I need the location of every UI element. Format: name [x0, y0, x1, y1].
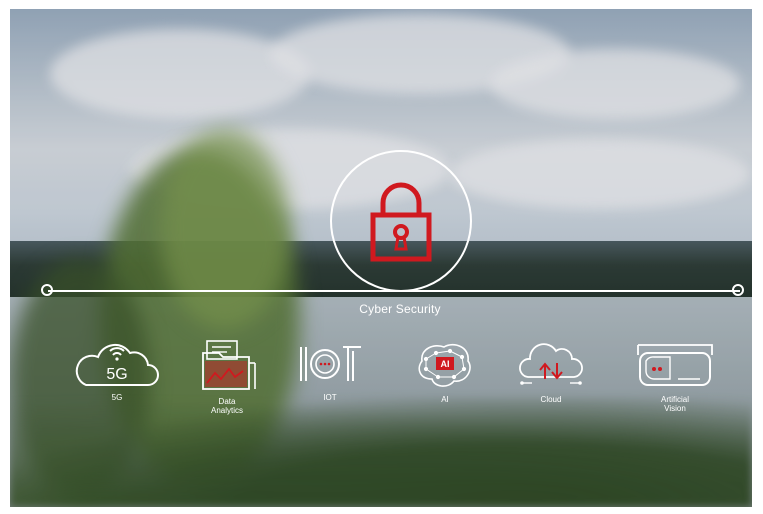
cloud-sync-icon [519, 343, 583, 385]
tech-label: Data Analytics [210, 397, 243, 415]
tech-label: Cloud [540, 395, 562, 404]
vr-headset-icon [637, 344, 713, 386]
timeline-end-node [732, 284, 744, 296]
ai-badge: AI [441, 359, 450, 369]
tech-label: 5G [111, 393, 123, 402]
tech-item-cloud[interactable]: Cloud [503, 339, 599, 404]
data-analytics-folder-icon [202, 340, 256, 390]
iot-icon [300, 346, 361, 381]
tech-item-iot[interactable]: IOT [282, 339, 378, 402]
tech-item-5g[interactable]: 5G 5G [69, 339, 165, 402]
featured-label: Cyber Security [359, 302, 441, 316]
tech-label: Artificial Vision [660, 395, 689, 413]
ai-brain-icon: AI [418, 343, 471, 387]
tech-item-ai[interactable]: AI AI [397, 339, 493, 404]
hero-banner: Cyber Security 5G 5G Data Analytics IOT … [10, 9, 752, 507]
padlock-icon [370, 182, 432, 262]
tech-item-artificial-vision[interactable]: Artificial Vision [627, 339, 723, 413]
5g-badge: 5G [106, 366, 127, 383]
tech-label: IOT [323, 393, 337, 402]
5g-cloud-icon: 5G [75, 343, 159, 386]
tech-item-data-analytics[interactable]: Data Analytics [179, 339, 275, 415]
tech-label: AI [441, 395, 449, 404]
timeline-start-node [41, 284, 53, 296]
